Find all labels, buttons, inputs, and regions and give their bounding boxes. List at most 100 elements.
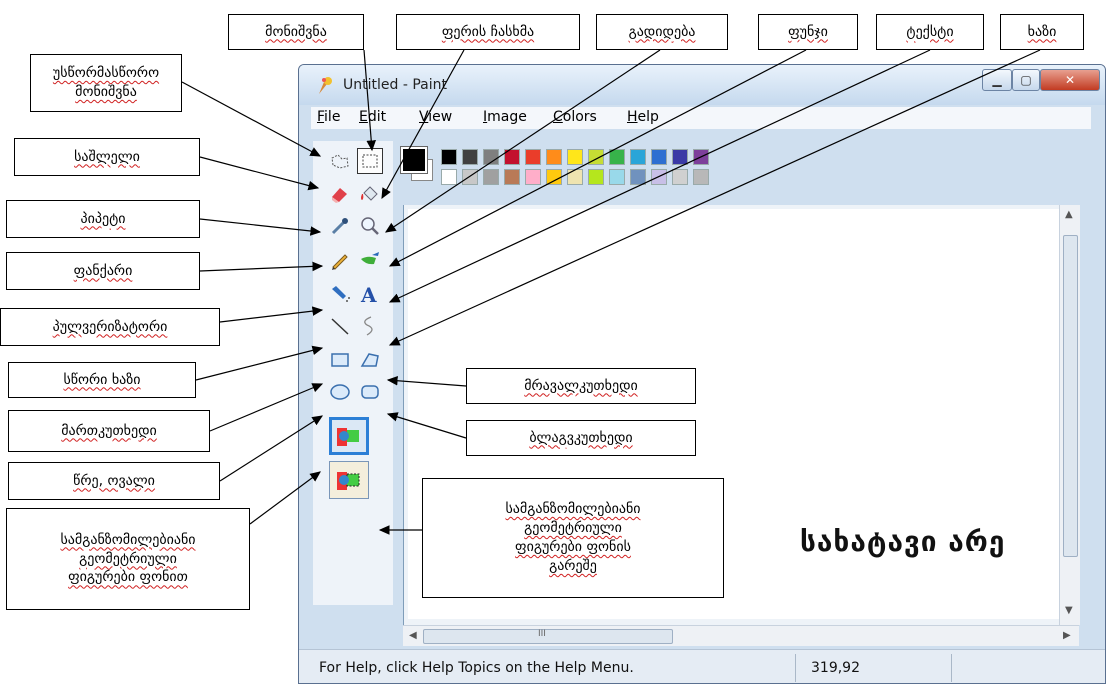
horizontal-scrollbar[interactable]: ◀ III ▶ bbox=[403, 625, 1079, 646]
eraser-icon bbox=[332, 188, 347, 203]
cursor-coordinates: 319,92 bbox=[811, 660, 860, 676]
color-swatch[interactable] bbox=[546, 169, 562, 185]
select-tool[interactable] bbox=[357, 148, 383, 174]
fill-with-background-option[interactable] bbox=[329, 417, 369, 455]
canvas-text: სახატავი არე bbox=[800, 525, 1006, 558]
pencil-tool[interactable] bbox=[327, 247, 353, 273]
callout-eraser: საშლელი bbox=[14, 138, 200, 176]
color-swatch[interactable] bbox=[588, 169, 604, 185]
color-swatch[interactable] bbox=[693, 169, 709, 185]
color-palette bbox=[397, 143, 797, 199]
magnifier-tool[interactable] bbox=[357, 213, 383, 239]
eraser-tool[interactable] bbox=[327, 181, 353, 207]
text-tool[interactable]: A bbox=[357, 281, 383, 307]
color-swatch[interactable] bbox=[483, 169, 499, 185]
color-swatch[interactable] bbox=[651, 149, 667, 165]
menu-view[interactable]: View bbox=[419, 109, 452, 125]
color-swatch[interactable] bbox=[546, 149, 562, 165]
callout-airbrush: პულვერიზატორი bbox=[0, 308, 220, 346]
paint-bucket-icon bbox=[361, 186, 378, 201]
svg-text:A: A bbox=[360, 283, 377, 305]
color-swatch[interactable] bbox=[588, 149, 604, 165]
color-swatch[interactable] bbox=[609, 149, 625, 165]
scroll-up-icon[interactable]: ▲ bbox=[1065, 209, 1073, 220]
color-swatch[interactable] bbox=[651, 169, 667, 185]
maximize-button[interactable]: ▢ bbox=[1012, 69, 1040, 91]
callout-pencil: ფანქარი bbox=[6, 252, 200, 290]
color-swatch[interactable] bbox=[567, 149, 583, 165]
status-divider bbox=[951, 654, 952, 682]
color-swatch[interactable] bbox=[609, 169, 625, 185]
window-title: Untitled - Paint bbox=[343, 77, 447, 93]
magnifier-icon bbox=[361, 217, 379, 235]
callout-rounded-rect: ბლაგვკუთხედი bbox=[466, 420, 696, 456]
free-select-tool[interactable] bbox=[327, 149, 353, 175]
color-swatch[interactable] bbox=[693, 149, 709, 165]
color-swatch[interactable] bbox=[462, 169, 478, 185]
callout-straight-line: სწორი ხაზი bbox=[8, 362, 196, 398]
menu-image[interactable]: Image bbox=[483, 109, 527, 125]
line-tool[interactable] bbox=[327, 313, 353, 339]
callout-magnify: გადიდება bbox=[596, 14, 728, 50]
color-swatch[interactable] bbox=[462, 149, 478, 165]
rounded-rect-tool[interactable] bbox=[357, 379, 383, 405]
color-swatch[interactable] bbox=[504, 149, 520, 165]
airbrush-icon bbox=[332, 286, 350, 302]
polygon-tool[interactable] bbox=[357, 347, 383, 373]
color-swatch[interactable] bbox=[525, 149, 541, 165]
color-swatch[interactable] bbox=[672, 149, 688, 165]
callout-pipette: პიპეტი bbox=[6, 200, 200, 238]
callout-selection: მონიშვნა bbox=[228, 14, 364, 50]
callout-color-pick: ფერის ჩასხმა bbox=[396, 14, 580, 50]
brush-tool[interactable] bbox=[357, 247, 383, 273]
color-swatch[interactable] bbox=[441, 169, 457, 185]
fill-tool[interactable] bbox=[357, 181, 383, 207]
rect-select-icon bbox=[362, 154, 378, 168]
vertical-scrollbar[interactable]: ▲ ▼ bbox=[1059, 205, 1080, 625]
pick-color-tool[interactable] bbox=[327, 213, 353, 239]
rectangle-icon bbox=[331, 353, 349, 367]
color-swatch[interactable] bbox=[630, 149, 646, 165]
close-button[interactable]: ✕ bbox=[1040, 69, 1100, 91]
color-swatch[interactable] bbox=[525, 169, 541, 185]
3d-shapes-outline-icon bbox=[337, 472, 360, 490]
callout-rectangle: მართკუთხედი bbox=[8, 410, 210, 452]
eyedropper-icon bbox=[331, 218, 348, 235]
scroll-right-icon[interactable]: ▶ bbox=[1063, 630, 1071, 641]
callout-line: ხაზი bbox=[1000, 14, 1084, 50]
toolbox: A bbox=[313, 141, 393, 605]
menu-edit[interactable]: Edit bbox=[359, 109, 386, 125]
color-swatch[interactable] bbox=[504, 169, 520, 185]
menu-file[interactable]: File bbox=[317, 109, 340, 125]
airbrush-tool[interactable] bbox=[327, 281, 353, 307]
scroll-left-icon[interactable]: ◀ bbox=[409, 630, 417, 641]
brush-icon bbox=[361, 252, 379, 265]
minimize-button[interactable]: ▁ bbox=[982, 69, 1012, 91]
callout-brush: ფუნჯი bbox=[758, 14, 858, 50]
menu-bar: File Edit View Image Colors Help bbox=[311, 107, 1091, 129]
color-swatch[interactable] bbox=[441, 149, 457, 165]
scroll-grip: III bbox=[538, 629, 546, 639]
free-select-icon bbox=[331, 154, 349, 169]
no-background-option[interactable] bbox=[329, 461, 369, 499]
status-help-text: For Help, click Help Topics on the Help … bbox=[319, 660, 634, 676]
color-swatch[interactable] bbox=[630, 169, 646, 185]
ellipse-tool[interactable] bbox=[327, 379, 353, 405]
menu-colors[interactable]: Colors bbox=[553, 109, 597, 125]
scroll-down-icon[interactable]: ▼ bbox=[1065, 605, 1073, 616]
menu-help[interactable]: Help bbox=[627, 109, 659, 125]
curve-icon bbox=[364, 316, 373, 336]
curve-tool[interactable] bbox=[357, 313, 383, 339]
foreground-color-swatch[interactable] bbox=[400, 146, 428, 174]
ellipse-icon bbox=[330, 384, 350, 400]
vertical-scroll-thumb[interactable] bbox=[1063, 235, 1078, 557]
callout-ellipse: წრე, ოვალი bbox=[8, 462, 220, 500]
horizontal-scroll-thumb[interactable]: III bbox=[423, 629, 673, 644]
color-swatch[interactable] bbox=[672, 169, 688, 185]
rectangle-tool[interactable] bbox=[327, 347, 353, 373]
color-swatch[interactable] bbox=[567, 169, 583, 185]
callout-polygon: მრავალკუთხედი bbox=[466, 368, 696, 404]
color-swatch[interactable] bbox=[483, 149, 499, 165]
title-bar[interactable]: Untitled - Paint ▁ ▢ ✕ bbox=[299, 65, 1105, 105]
callout-3d-with-bg: სამგანზომილებიანი გეომეტრიული ფიგურები ფ… bbox=[6, 508, 250, 610]
